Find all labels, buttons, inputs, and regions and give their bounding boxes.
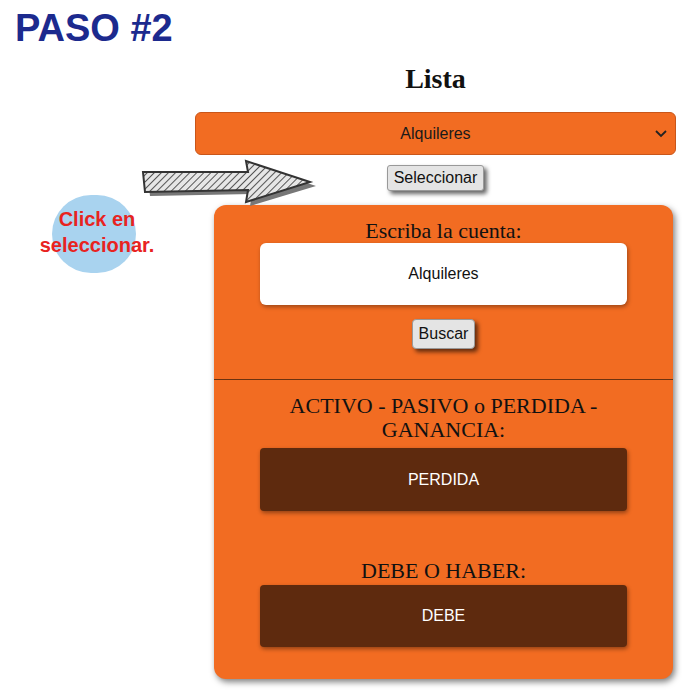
list-section: Lista Alquileres Seleccionar Escriba la cue… <box>195 50 676 679</box>
list-title: Lista <box>405 62 466 96</box>
account-dropdown[interactable]: Alquileres <box>195 112 676 155</box>
search-button[interactable]: Buscar <box>412 319 476 349</box>
side-value-box: DEBE <box>260 585 627 647</box>
divider <box>214 379 673 380</box>
select-button[interactable]: Seleccionar <box>387 165 485 191</box>
annotation-text: Click en seleccionar. <box>22 206 172 258</box>
side-label: DEBE O HABER: <box>361 559 526 583</box>
type-label: ACTIVO - PASIVO o PERDIDA - GANANCIA: <box>274 394 614 442</box>
account-label: Escriba la cuenta: <box>365 219 521 243</box>
type-value-box: PERDIDA <box>260 448 627 511</box>
pointer-arrow-icon <box>140 158 322 208</box>
account-panel: Escriba la cuenta:Alquileres Buscar ACTIVO… <box>214 205 673 679</box>
step-title: PASO #2 <box>0 0 682 50</box>
account-input[interactable]: Alquileres <box>260 243 627 305</box>
chevron-down-icon <box>655 130 667 138</box>
page: PASO #2 Lista Alquileres Seleccionar Escriba… <box>0 0 682 694</box>
